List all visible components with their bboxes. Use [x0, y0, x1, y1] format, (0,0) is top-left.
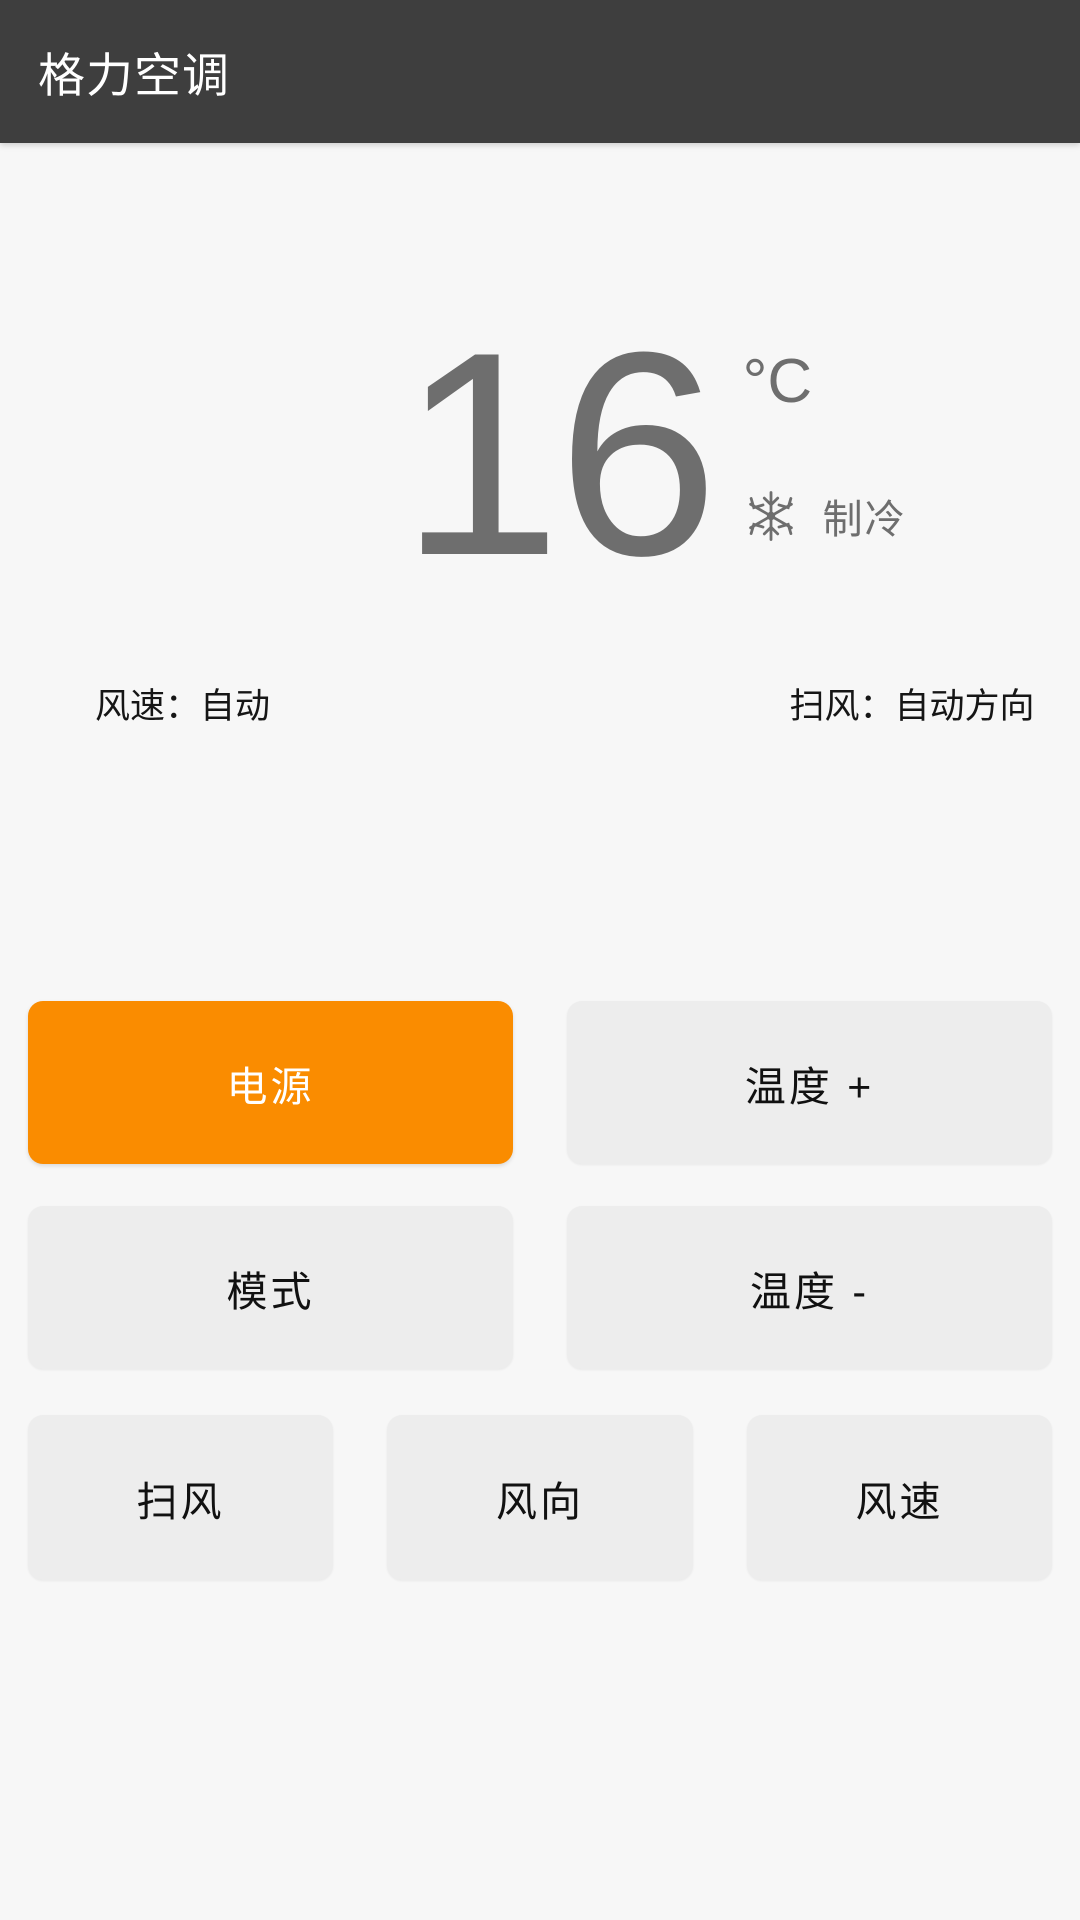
temperature-value: 16 — [400, 292, 719, 616]
status-fan-speed: 风速：自动 — [95, 687, 271, 726]
mode-button[interactable]: 模式 — [28, 1206, 513, 1369]
power-button[interactable]: 电源 — [28, 1001, 513, 1164]
app-title: 格力空调 — [38, 49, 230, 102]
temperature-side-info: °C 制冷 — [743, 333, 907, 545]
mode-label: 制冷 — [822, 498, 907, 542]
mode-indicator: 制冷 — [743, 487, 907, 545]
status-swing: 扫风：自动方向 — [789, 687, 1035, 726]
temperature-display: 16 °C 制冷 — [0, 292, 1080, 653]
app-bar: 格力空调 — [0, 0, 1080, 143]
fan-speed-button[interactable]: 风速 — [747, 1415, 1052, 1580]
temperature-up-button[interactable]: 温度 + — [567, 1001, 1052, 1164]
temperature-unit: °C — [742, 347, 813, 416]
temperature-down-button[interactable]: 温度 - — [567, 1206, 1052, 1369]
status-row: 风速：自动 扫风：自动方向 — [0, 678, 1080, 738]
wind-direction-button[interactable]: 风向 — [387, 1415, 693, 1580]
swing-button[interactable]: 扫风 — [28, 1415, 333, 1580]
snowflake-icon — [743, 488, 799, 544]
main-content: 16 °C 制冷 风速：自动 扫风：自动方向 电源 温度 + 模式 温度 - 扫… — [0, 143, 1080, 1920]
temperature-display-inner: 16 °C 制冷 — [400, 292, 907, 616]
